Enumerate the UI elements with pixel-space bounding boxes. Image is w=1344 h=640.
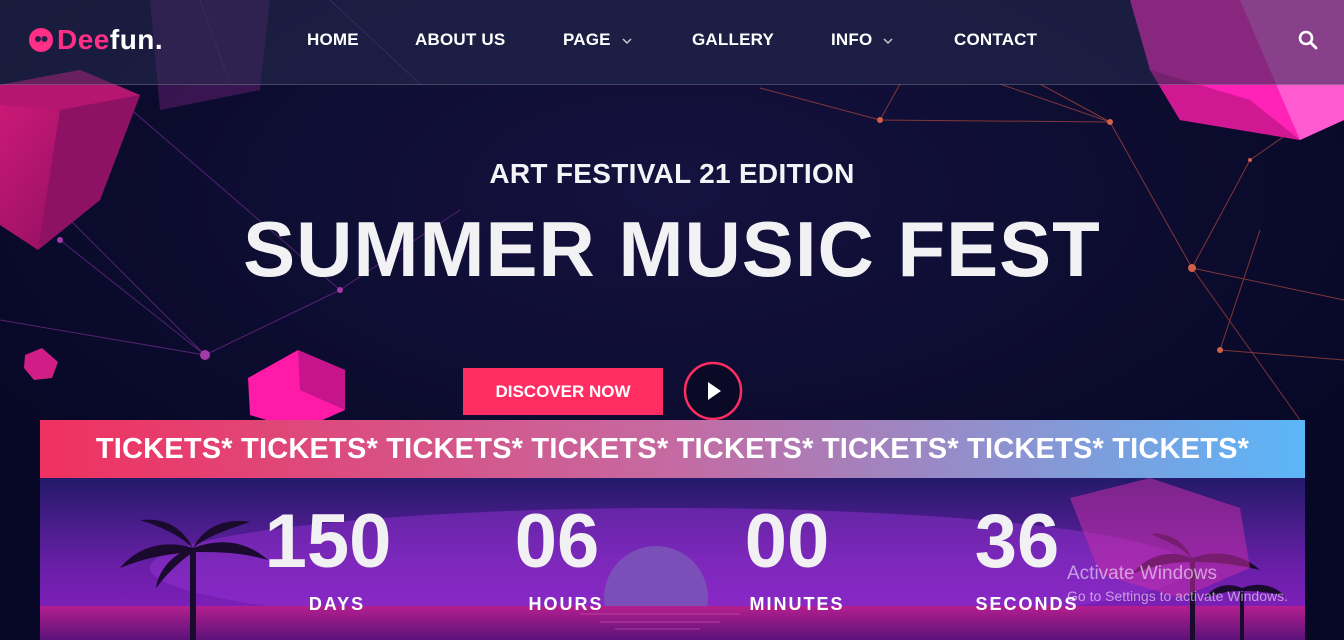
nav-about-us[interactable]: ABOUT US bbox=[415, 30, 505, 50]
watermark-subtitle: Go to Settings to activate Windows. bbox=[1067, 588, 1288, 604]
countdown-hours-label: HOURS bbox=[528, 594, 604, 614]
logo[interactable]: Deefun. bbox=[28, 24, 163, 56]
countdown-minutes-label: MINUTES bbox=[749, 594, 845, 614]
watermark-title: Activate Windows bbox=[1067, 563, 1217, 584]
discover-now-button[interactable]: DISCOVER NOW bbox=[463, 368, 663, 415]
activation-watermark: Activate Windows Go to Settings to activ… bbox=[1067, 563, 1288, 604]
hero-title: SUMMER MUSIC FEST bbox=[243, 205, 1101, 293]
tickets-banner: TICKETS* TICKETS* TICKETS* TICKETS* TICK… bbox=[40, 420, 1305, 478]
countdown-hours-value: 06 bbox=[514, 499, 600, 584]
nav-home-label: HOME bbox=[307, 30, 359, 49]
nav-gallery-label: GALLERY bbox=[692, 30, 774, 49]
play-icon[interactable] bbox=[683, 361, 743, 421]
nav-contact-label: CONTACT bbox=[954, 30, 1038, 49]
search-icon[interactable] bbox=[1296, 28, 1320, 52]
logo-suffix: fun. bbox=[109, 24, 164, 55]
nav-home[interactable]: HOME bbox=[307, 30, 359, 50]
nav-info-label: INFO bbox=[831, 30, 873, 49]
logo-prefix: Dee bbox=[57, 24, 110, 55]
top-navigation: Deefun. HOME ABOUT US PAGE GALLERY INFO … bbox=[0, 0, 1344, 85]
countdown-days-value: 150 bbox=[264, 499, 392, 584]
nav-about-label: ABOUT US bbox=[415, 30, 506, 49]
nav-page-label: PAGE bbox=[563, 30, 611, 49]
chevron-down-icon bbox=[883, 37, 893, 44]
countdown-section: 150 DAYS 06 HOURS 00 MINUTES 36 SECONDS bbox=[40, 478, 1305, 640]
logo-icon bbox=[29, 28, 53, 52]
nav-contact[interactable]: CONTACT bbox=[954, 30, 1037, 50]
logo-text: Deefun. bbox=[57, 24, 163, 56]
countdown-days-label: DAYS bbox=[308, 594, 366, 614]
nav-gallery[interactable]: GALLERY bbox=[692, 30, 774, 50]
discover-now-label: DISCOVER NOW bbox=[495, 381, 631, 401]
tickets-banner-text: TICKETS* TICKETS* TICKETS* TICKETS* TICK… bbox=[95, 432, 1250, 465]
chevron-down-icon bbox=[622, 37, 632, 44]
hero-subtitle: ART FESTIVAL 21 EDITION bbox=[489, 158, 855, 189]
nav-page[interactable]: PAGE bbox=[563, 30, 633, 50]
nav-info[interactable]: INFO bbox=[831, 30, 894, 50]
countdown-minutes-value: 00 bbox=[744, 499, 830, 584]
